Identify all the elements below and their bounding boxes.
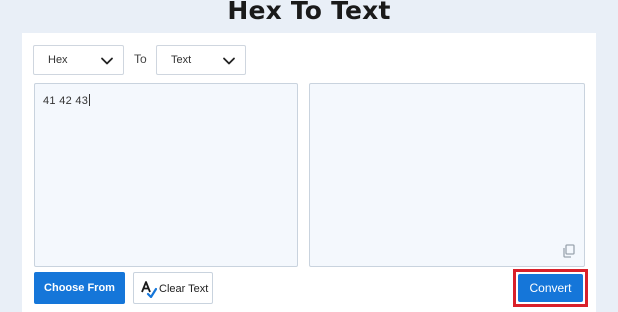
choose-from-button[interactable]: Choose From [34,272,125,304]
to-format-selected: Text [171,54,192,66]
output-textarea[interactable] [309,83,585,267]
chevron-down-icon [223,57,235,65]
clear-text-label: Clear Text [159,283,209,295]
page-title: Hex To Text [227,0,391,25]
to-format-select[interactable]: Text [156,45,246,75]
text-caret [89,94,91,106]
spell-check-icon [141,281,157,298]
input-value: 41 42 43 [43,94,91,107]
clear-text-button[interactable]: Clear Text [133,272,213,304]
to-label: To [134,52,147,66]
from-format-selected: Hex [48,54,68,66]
convert-highlight: Convert [513,269,588,307]
convert-button[interactable]: Convert [518,274,583,302]
chevron-down-icon [101,57,113,65]
copy-icon[interactable] [562,244,576,258]
input-textarea[interactable]: 41 42 43 [34,83,298,267]
converter-panel: Hex To Text 41 42 43 Choose From Clear T… [22,33,596,312]
from-format-select[interactable]: Hex [33,45,124,75]
